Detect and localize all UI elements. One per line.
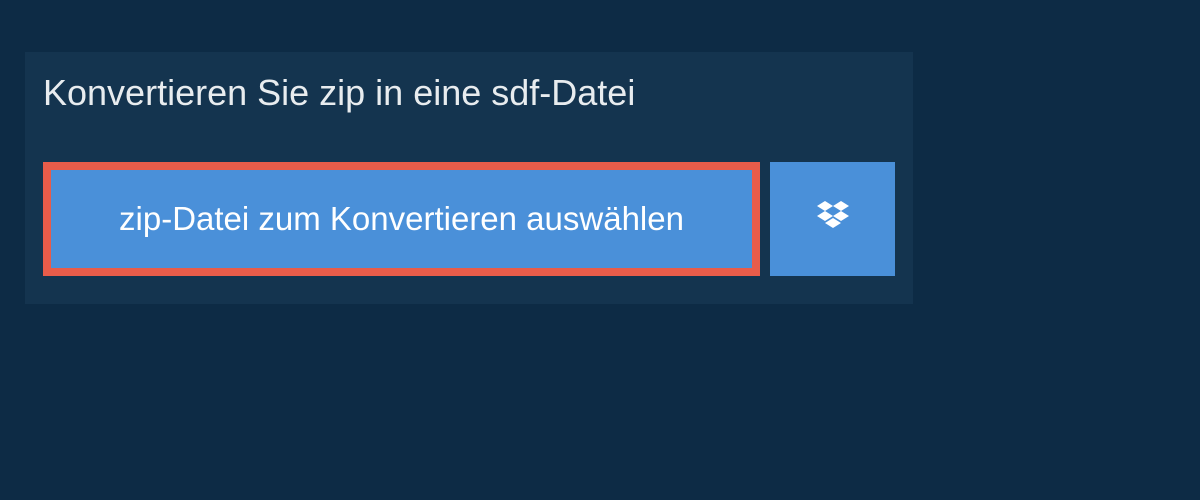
dropbox-icon bbox=[813, 197, 853, 242]
converter-panel: Konvertieren Sie zip in eine sdf-Datei z… bbox=[25, 52, 913, 304]
dropbox-button[interactable] bbox=[770, 162, 895, 276]
page-title: Konvertieren Sie zip in eine sdf-Datei bbox=[43, 72, 635, 114]
file-select-row: zip-Datei zum Konvertieren auswählen bbox=[25, 134, 913, 304]
select-file-label: zip-Datei zum Konvertieren auswählen bbox=[119, 200, 684, 238]
title-bar: Konvertieren Sie zip in eine sdf-Datei bbox=[25, 52, 665, 134]
select-file-button[interactable]: zip-Datei zum Konvertieren auswählen bbox=[43, 162, 760, 276]
